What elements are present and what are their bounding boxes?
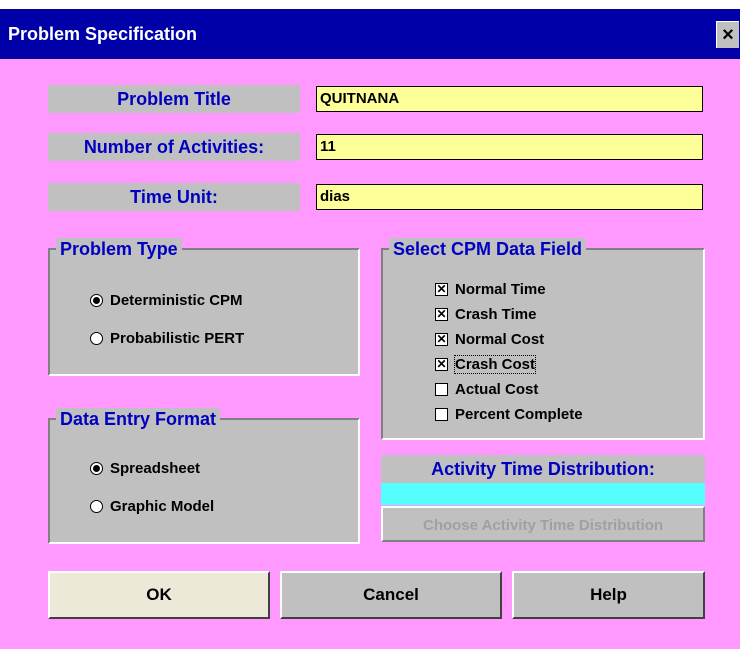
checkbox-label: Crash Time: [455, 306, 537, 323]
number-of-activities-input[interactable]: 11: [316, 134, 703, 160]
checkbox-checked-icon: ✕: [435, 357, 448, 371]
checkbox-label: Normal Cost: [455, 331, 545, 348]
number-of-activities-label: Number of Activities:: [48, 133, 300, 161]
checkbox-label: Crash Cost: [453, 355, 537, 374]
help-button[interactable]: Help: [512, 571, 705, 619]
window-title: Problem Specification: [8, 24, 198, 44]
problem-type-legend: Problem Type: [56, 238, 182, 260]
checkbox-percent-complete[interactable]: Percent Complete: [435, 406, 583, 423]
data-entry-format-legend: Data Entry Format: [56, 408, 221, 430]
cancel-button[interactable]: Cancel: [280, 571, 502, 619]
ok-button[interactable]: OK: [48, 571, 270, 619]
radio-label: Spreadsheet: [110, 460, 201, 477]
radio-label: Deterministic CPM: [110, 292, 243, 309]
checkbox-checked-icon: ✕: [435, 332, 448, 346]
problem-type-group: Problem Type Deterministic CPM Probabili…: [48, 238, 360, 376]
problem-title-label: Problem Title: [48, 85, 300, 113]
time-unit-input[interactable]: dias: [316, 184, 703, 210]
checkbox-unchecked-icon: [435, 408, 448, 421]
radio-spreadsheet[interactable]: Spreadsheet: [90, 460, 200, 477]
checkbox-label: Actual Cost: [455, 381, 539, 398]
data-entry-format-group: Data Entry Format Spreadsheet Graphic Mo…: [48, 408, 360, 544]
checkbox-checked-icon: ✕: [435, 282, 448, 296]
checkbox-checked-icon: ✕: [435, 307, 448, 321]
checkbox-crash-cost[interactable]: ✕ Crash Cost: [435, 355, 537, 374]
checkbox-label: Normal Time: [455, 281, 546, 298]
checkbox-unchecked-icon: [435, 383, 448, 396]
checkbox-normal-time[interactable]: ✕ Normal Time: [435, 281, 546, 298]
radio-selected-icon: [90, 462, 103, 475]
title-bar: Problem Specification ×: [0, 9, 740, 59]
checkbox-label: Percent Complete: [455, 406, 583, 423]
radio-label: Graphic Model: [110, 498, 215, 515]
activity-time-distribution-label: Activity Time Distribution:: [381, 455, 705, 483]
radio-selected-icon: [90, 294, 103, 307]
radio-label: Probabilistic PERT: [110, 330, 245, 347]
problem-title-input[interactable]: QUITNANA: [316, 86, 703, 112]
radio-graphic-model[interactable]: Graphic Model: [90, 498, 214, 515]
choose-activity-time-distribution-button: Choose Activity Time Distribution: [381, 506, 705, 542]
activity-time-distribution-field: [381, 483, 705, 505]
time-unit-label: Time Unit:: [48, 183, 300, 211]
cpm-data-field-group: Select CPM Data Field ✕ Normal Time ✕ Cr…: [381, 238, 705, 440]
checkbox-crash-time[interactable]: ✕ Crash Time: [435, 306, 536, 323]
radio-unselected-icon: [90, 500, 103, 513]
radio-deterministic-cpm[interactable]: Deterministic CPM: [90, 292, 243, 309]
checkbox-normal-cost[interactable]: ✕ Normal Cost: [435, 331, 544, 348]
radio-unselected-icon: [90, 332, 103, 345]
checkbox-actual-cost[interactable]: Actual Cost: [435, 381, 538, 398]
close-button[interactable]: ×: [716, 21, 739, 48]
cpm-data-field-legend: Select CPM Data Field: [389, 238, 587, 260]
close-icon: ×: [722, 24, 734, 46]
radio-probabilistic-pert[interactable]: Probabilistic PERT: [90, 330, 244, 347]
